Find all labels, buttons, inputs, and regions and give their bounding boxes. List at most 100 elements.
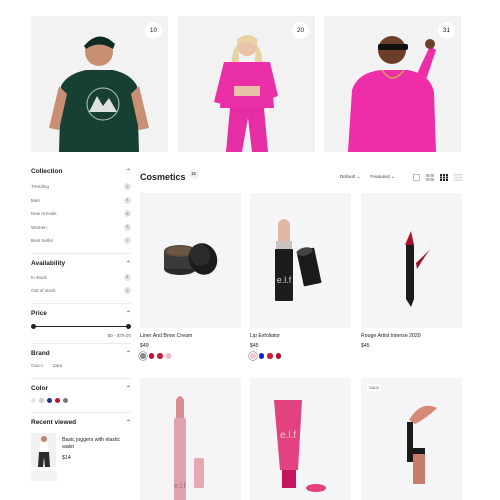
- grid-4-icon[interactable]: [454, 173, 462, 181]
- filter-item-label: Women: [31, 224, 47, 230]
- chevron-up-icon[interactable]: ⌃: [126, 310, 131, 317]
- brand-option-zara[interactable]: Zara: [53, 363, 62, 368]
- filter-item-out-of-stock[interactable]: Out of stock 2: [31, 284, 131, 298]
- grid-2-icon[interactable]: [426, 173, 434, 181]
- product-price: $45: [250, 343, 259, 349]
- filter-item-new-arrivals[interactable]: New Arrivals 6: [31, 207, 131, 221]
- product-color-swatch[interactable]: [258, 353, 264, 359]
- product-logo-text: e.l.f: [280, 430, 296, 441]
- filter-color-header[interactable]: Color ⌃: [31, 385, 131, 392]
- filter-availability-title: Availability: [31, 259, 66, 267]
- price-slider-track: [33, 326, 129, 328]
- lip-liner-image: [361, 193, 462, 328]
- filter-collection-title: Collection: [31, 168, 63, 175]
- filter-price-title: Price: [31, 309, 47, 317]
- filter-item-men[interactable]: Men 4: [31, 194, 131, 208]
- sort-featured-label: Featured: [370, 174, 390, 180]
- collection-tile-men[interactable]: 10: [31, 16, 168, 152]
- price-range-text: $0 - $79.00: [107, 332, 131, 338]
- recent-viewed-item[interactable]: Basic joggers with elastic waist $14: [31, 432, 131, 467]
- chevron-up-icon[interactable]: ⌃: [126, 350, 131, 357]
- brand-option-gucci[interactable]: Gucci: [31, 363, 43, 368]
- color-swatch[interactable]: [47, 397, 52, 403]
- filter-item-best-seller[interactable]: Best Seller 7: [31, 234, 131, 248]
- recent-viewed-header[interactable]: Recent viewed ⌃: [31, 419, 131, 426]
- price-slider-min-handle[interactable]: [31, 324, 36, 329]
- product-grid-header: Cosmetics 15 Default ⌄ Featured ⌄: [140, 168, 462, 186]
- filter-sidebar: Collection ⌃ Trending 2 Men 4 New Arriva…: [31, 168, 131, 481]
- sort-featured-dropdown[interactable]: Featured ⌄: [370, 175, 395, 180]
- collection-tile-women[interactable]: 20: [178, 16, 315, 152]
- product-card[interactable]: e.l.f: [140, 378, 241, 500]
- filter-item-count: 4: [124, 196, 131, 204]
- sort-default-dropdown[interactable]: Default ⌄: [340, 175, 361, 180]
- recent-item-name[interactable]: Basic joggers with elastic waist: [62, 433, 131, 451]
- price-slider-max-handle[interactable]: [126, 324, 131, 329]
- product-color-swatch[interactable]: [165, 353, 171, 359]
- product-color-swatch[interactable]: [275, 353, 281, 359]
- chevron-down-icon: ⌄: [356, 174, 361, 180]
- collection-tile-new-arrivals[interactable]: 31: [324, 16, 461, 152]
- grid-1-icon[interactable]: [413, 173, 420, 181]
- grid-3-icon[interactable]: [440, 173, 448, 181]
- product-card[interactable]: Liner And Brow Cream $49: [140, 193, 241, 359]
- color-swatch[interactable]: [63, 397, 68, 403]
- chevron-up-icon[interactable]: ⌃: [126, 168, 131, 175]
- product-name[interactable]: Liner And Brow Cream: [140, 333, 241, 339]
- recent-item-thumbnail[interactable]: [31, 432, 57, 467]
- filter-brand-title: Brand: [31, 349, 50, 357]
- collection-count: 10: [145, 22, 162, 39]
- divider: [31, 411, 131, 413]
- sort-default-label: Default: [339, 174, 356, 180]
- color-swatch[interactable]: [31, 397, 36, 403]
- filter-item-label: New Arrivals: [31, 211, 57, 217]
- product-card[interactable]: e.l.f Lip Exfoliator $45: [250, 193, 351, 359]
- product-color-swatch[interactable]: [250, 353, 256, 359]
- product-image[interactable]: e.l.f: [250, 378, 351, 500]
- filter-collection-header[interactable]: Collection ⌃: [31, 168, 131, 175]
- product-image[interactable]: [361, 193, 462, 328]
- product-image[interactable]: e.l.f: [140, 378, 241, 500]
- filter-price-header[interactable]: Price ⌃: [31, 310, 131, 317]
- divider: [31, 377, 131, 379]
- product-image[interactable]: [140, 193, 241, 328]
- product-card[interactable]: e.l.f: [250, 378, 351, 500]
- product-logo-text: e.l.f: [174, 483, 185, 490]
- filter-item-count: 4: [124, 273, 131, 281]
- filter-item-in-stock[interactable]: In stock 4: [31, 271, 131, 285]
- filter-availability-header[interactable]: Availability ⌃: [31, 260, 131, 267]
- chevron-up-icon[interactable]: ⌃: [126, 385, 131, 392]
- product-color-swatch[interactable]: [140, 353, 146, 359]
- recent-item-thumbnail[interactable]: [31, 470, 57, 481]
- product-name[interactable]: Lip Exfoliator: [250, 333, 351, 339]
- sale-badge: SALE: [367, 384, 382, 391]
- product-price: $45: [361, 343, 370, 349]
- product-color-swatch[interactable]: [267, 353, 273, 359]
- product-price: $49: [140, 343, 149, 349]
- collection-count: 31: [438, 22, 455, 39]
- price-slider[interactable]: [31, 323, 131, 331]
- product-card[interactable]: SALE: [361, 378, 462, 500]
- product-image[interactable]: e.l.f: [250, 193, 351, 328]
- product-color-swatch[interactable]: [157, 353, 163, 359]
- filter-brand-header[interactable]: Brand ⌃: [31, 350, 131, 357]
- product-color-swatch[interactable]: [148, 353, 154, 359]
- color-swatch[interactable]: [55, 397, 60, 403]
- chevron-up-icon[interactable]: ⌃: [126, 260, 131, 267]
- collection-count: 20: [292, 22, 309, 39]
- lip-exfoliator-image: e.l.f: [250, 193, 351, 328]
- product-name[interactable]: Rouge Artist Intense 2020: [361, 333, 462, 339]
- filter-item-count: 7: [124, 237, 131, 245]
- filter-item-count: 3: [124, 223, 131, 231]
- product-card[interactable]: Rouge Artist Intense 2020 $45: [361, 193, 462, 349]
- pink-lip-crayon-image: e.l.f: [140, 378, 241, 500]
- filter-item-women[interactable]: Women 3: [31, 221, 131, 235]
- filter-item-label: Trending: [31, 184, 49, 190]
- color-swatch[interactable]: [39, 397, 44, 403]
- chevron-up-icon[interactable]: ⌃: [126, 419, 131, 426]
- product-image[interactable]: SALE: [361, 378, 462, 500]
- divider: [31, 252, 131, 254]
- filter-item-count: 6: [124, 210, 131, 218]
- joggers-image: [31, 432, 57, 467]
- filter-item-trending[interactable]: Trending 2: [31, 180, 131, 194]
